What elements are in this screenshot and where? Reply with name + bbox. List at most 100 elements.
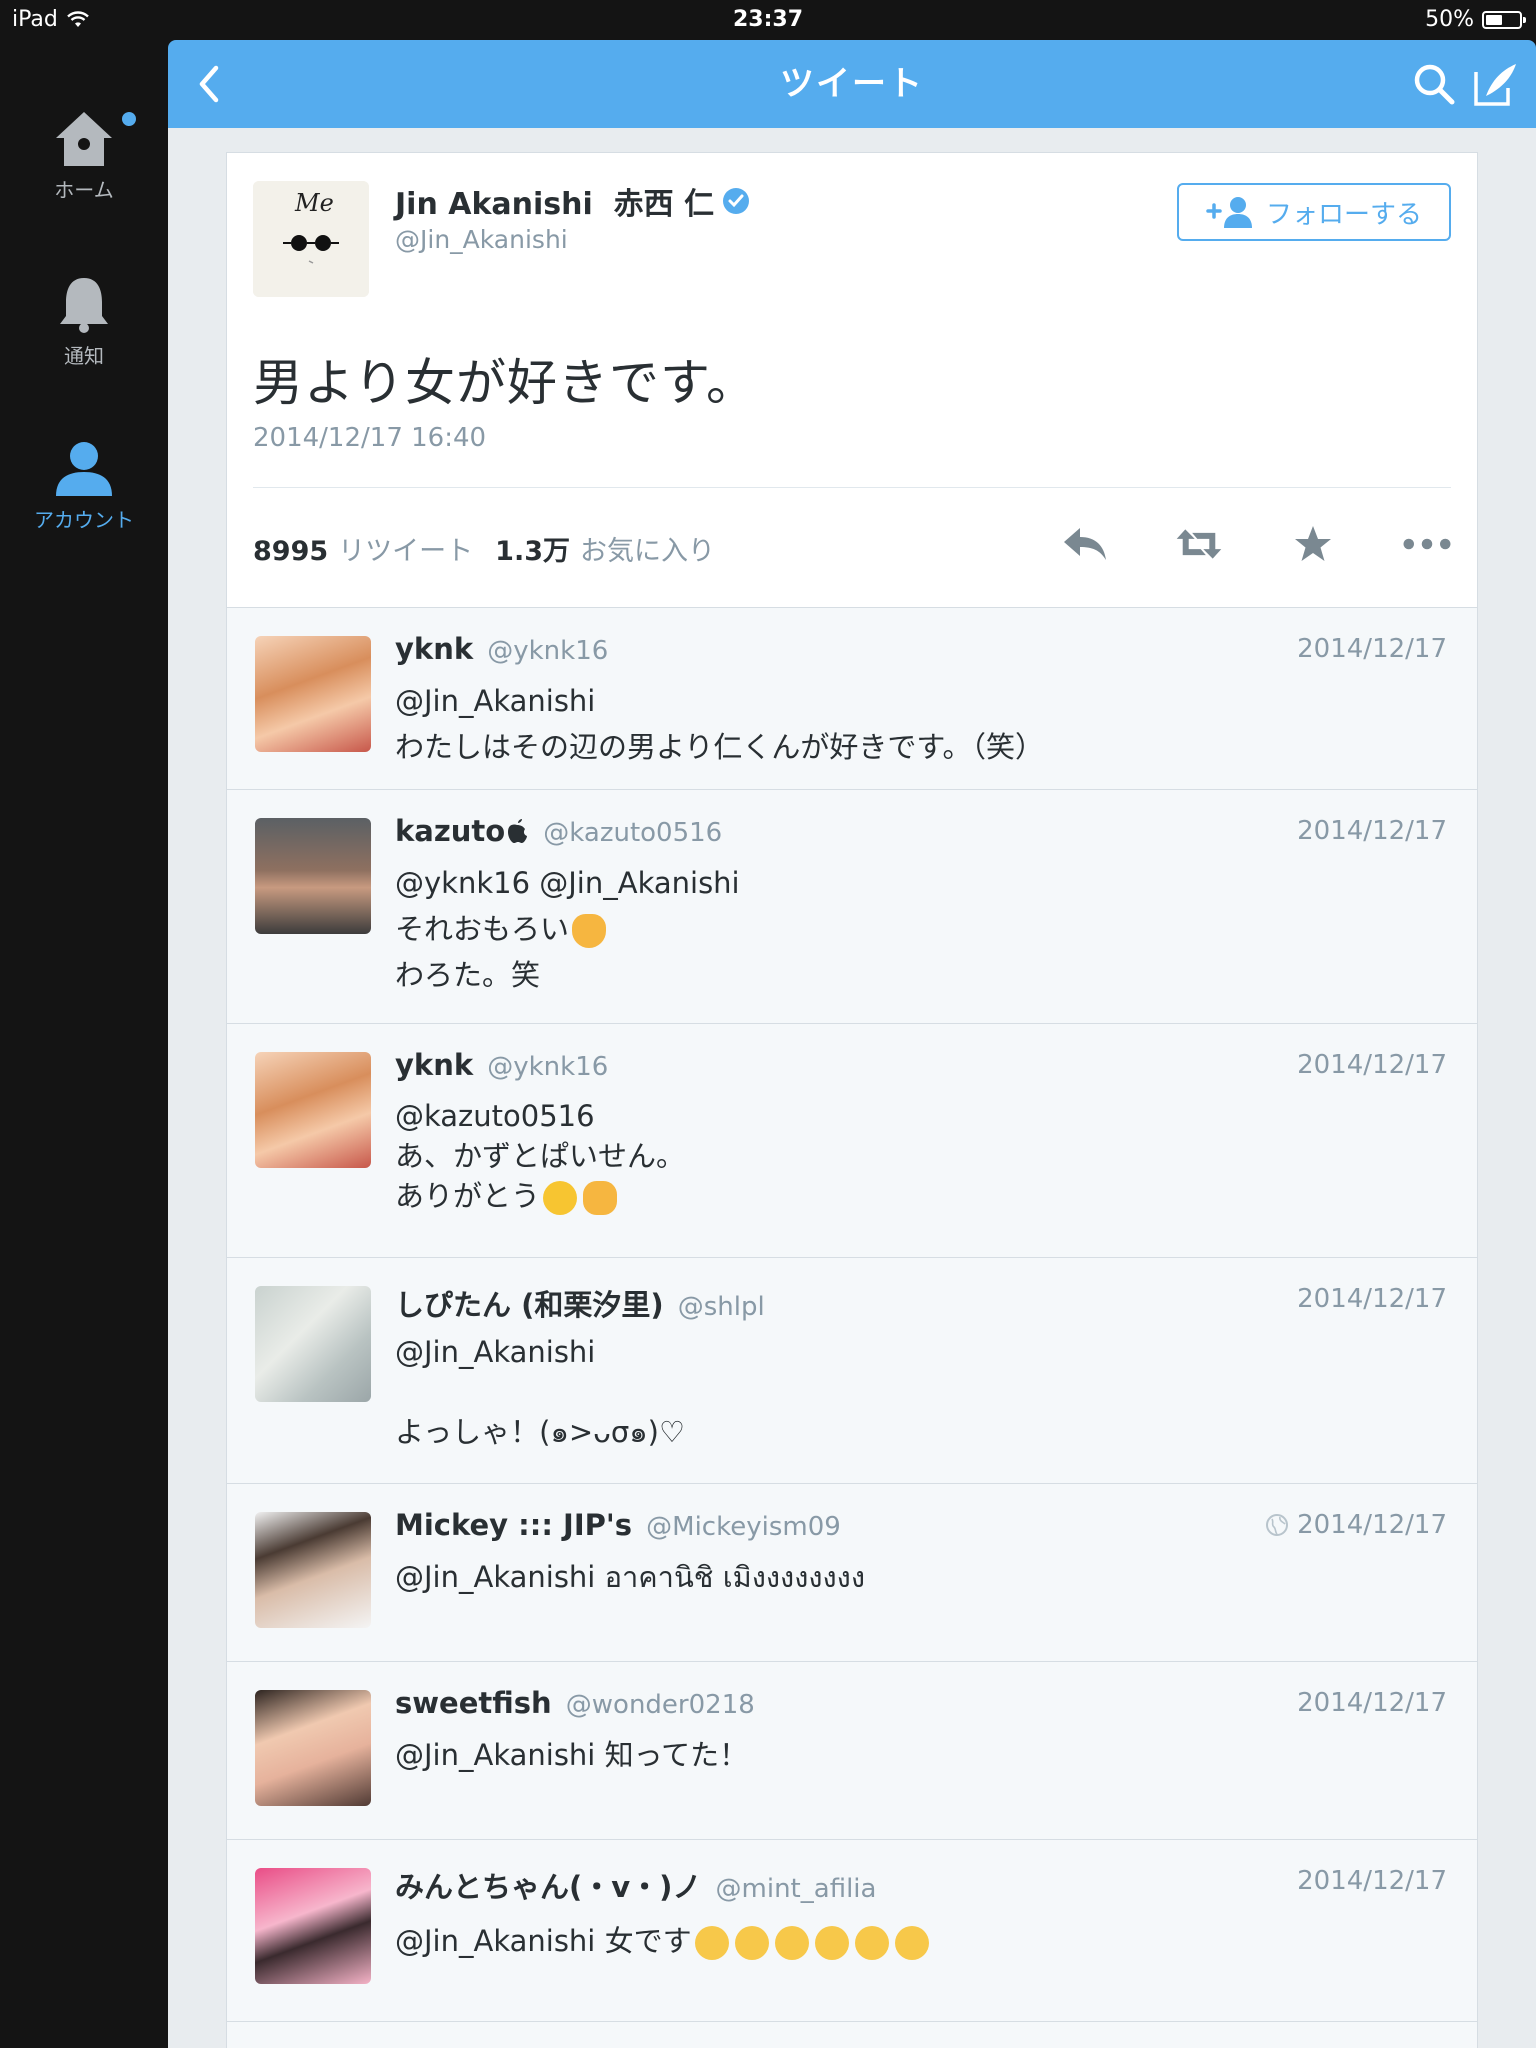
avatar[interactable] xyxy=(255,636,371,752)
sidebar-item-notifications[interactable]: 通知 xyxy=(0,276,168,369)
avatar[interactable] xyxy=(255,1868,371,1984)
avatar[interactable]: Me xyxy=(253,181,369,297)
reply-line: ありがとう xyxy=(395,1179,541,1213)
compose-icon[interactable] xyxy=(1472,60,1520,108)
favorite-button[interactable] xyxy=(1289,523,1337,565)
page-title: ツイート xyxy=(780,64,924,104)
follow-button-label: フォローする xyxy=(1265,199,1422,230)
author-name-text: Jin Akanishi 赤西 仁 xyxy=(395,187,715,222)
reply-author-handle: @wonder0218 xyxy=(565,1690,755,1720)
reply-line: わろた。笑 xyxy=(395,958,541,992)
reply-author[interactable]: kazuto @kazuto0516 xyxy=(395,814,722,848)
sidebar-item-label: ホーム xyxy=(54,178,114,202)
reply-date: 2014/12/17 xyxy=(1297,1050,1447,1080)
retweet-button[interactable] xyxy=(1175,523,1223,565)
reply-author-handle: @mint_afilia xyxy=(715,1874,877,1904)
avatar[interactable] xyxy=(255,818,371,934)
person-icon xyxy=(56,442,112,496)
reply-button[interactable] xyxy=(1061,523,1109,565)
author-handle[interactable]: @Jin_Akanishi xyxy=(395,225,568,254)
reply-author[interactable]: しぴたん (和栗汐里) @shlpl xyxy=(395,1282,765,1324)
reply-author[interactable]: sweetfish @wonder0218 xyxy=(395,1686,755,1720)
avatar[interactable] xyxy=(255,1286,371,1402)
retweet-icon xyxy=(1176,529,1222,559)
reply-author-handle: @shlpl xyxy=(677,1292,765,1322)
reply-line: @Jin_Akanishi xyxy=(395,1335,596,1369)
favorite-count[interactable]: 1.3万 xyxy=(495,529,570,568)
main-tweet: Me Jin Akanishi 赤西 仁 @Jin_Akanishi フォローす… xyxy=(227,153,1477,607)
reply-text: @Jin_Akanishi อาคานิชิ เมิงงงงงงงง xyxy=(395,1554,865,1600)
retweet-count[interactable]: 8995 xyxy=(253,536,328,567)
reply-date-text: 2014/12/17 xyxy=(1297,1510,1447,1540)
reply-author-handle: @kazuto0516 xyxy=(543,818,723,848)
avatar[interactable] xyxy=(255,1690,371,1806)
reply-date: 2014/12/17 xyxy=(1297,1866,1447,1896)
favorite-count-label: お気に入り xyxy=(580,536,715,567)
sidebar-item-label: 通知 xyxy=(64,344,104,368)
globe-icon xyxy=(1266,1514,1289,1536)
reply-item[interactable]: sweetfish @wonder0218 2014/12/17 @Jin_Ak… xyxy=(227,1661,1477,1839)
reply-item-partial[interactable] xyxy=(227,2021,1477,2048)
woman-raising-hand-emoji-icon xyxy=(854,1926,889,1960)
reply-line: @Jin_Akanishi อาคานิชิ เมิงงงงงงงง xyxy=(395,1560,866,1594)
sidebar-item-label: アカウント xyxy=(34,508,134,532)
author-name[interactable]: Jin Akanishi 赤西 仁 xyxy=(395,179,750,223)
reply-item[interactable]: しぴたん (和栗汐里) @shlpl 2014/12/17 @Jin_Akani… xyxy=(227,1257,1477,1483)
main-content: Me Jin Akanishi 赤西 仁 @Jin_Akanishi フォローす… xyxy=(168,128,1536,2048)
tweet-timestamp: 2014/12/17 16:40 xyxy=(253,423,487,453)
reply-line: @kazuto0516 xyxy=(395,1099,595,1133)
reply-author-name: yknk xyxy=(395,632,474,666)
star-icon xyxy=(1295,526,1331,561)
sidebar: ホーム 通知 アカウント xyxy=(0,40,168,2048)
woman-raising-hand-emoji-icon xyxy=(734,1926,769,1960)
reply-author-handle: @yknk16 xyxy=(487,636,609,666)
reply-text: @Jin_Akanishi よっしゃ！(๑>ᴗσ๑)♡ xyxy=(395,1332,685,1452)
reply-item[interactable]: kazuto @kazuto0516 2014/12/17 @yknk16 @J… xyxy=(227,789,1477,1023)
tweet-text: 男より女が好きです。 xyxy=(253,354,757,412)
reply-author-name: yknk xyxy=(395,1048,474,1082)
reply-line: わたしはその辺の男より仁くんが好きです。（笑） xyxy=(395,730,1045,764)
reply-author-name: Mickey ::: JIP's xyxy=(395,1508,633,1542)
reply-line: あ、かずとぱいせん。 xyxy=(395,1139,686,1173)
reply-author[interactable]: yknk @yknk16 xyxy=(395,632,608,666)
reply-line: それおもろい xyxy=(395,912,570,946)
search-icon[interactable] xyxy=(1412,62,1456,106)
clapping-hands-emoji-icon xyxy=(572,914,607,948)
reply-author[interactable]: みんとちゃん(・v・)ノ @mint_afilia xyxy=(395,1864,876,1906)
home-icon xyxy=(56,112,112,166)
verified-badge-icon xyxy=(723,188,750,214)
reply-line: @yknk16 @Jin_Akanishi xyxy=(395,866,740,900)
tweet-stats: 8995 リツイート 1.3万 お気に入り xyxy=(253,529,715,568)
tweet-detail-card: Me Jin Akanishi 赤西 仁 @Jin_Akanishi フォローす… xyxy=(226,152,1478,2048)
sidebar-item-account[interactable]: アカウント xyxy=(0,440,168,533)
sidebar-item-home[interactable]: ホーム xyxy=(0,110,168,203)
reply-date: 2014/12/17 xyxy=(1297,634,1447,664)
woman-raising-hand-emoji-icon xyxy=(774,1926,809,1960)
navigation-bar: ツイート xyxy=(168,40,1536,128)
clock: 23:37 xyxy=(732,7,804,32)
notification-dot xyxy=(122,112,136,126)
avatar[interactable] xyxy=(255,1512,371,1628)
reply-item[interactable]: Mickey ::: JIP's @Mickeyism09 2014/12/17… xyxy=(227,1483,1477,1661)
reply-date: 2014/12/17 xyxy=(1265,1510,1447,1540)
battery-percent: 50% xyxy=(1425,7,1474,32)
reply-item[interactable]: yknk @yknk16 2014/12/17 @kazuto0516 あ、かず… xyxy=(227,1023,1477,1257)
reply-date: 2014/12/17 xyxy=(1297,1688,1447,1718)
reply-text: @yknk16 @Jin_Akanishi それおもろい わろた。笑 xyxy=(395,860,740,998)
reply-line: @Jin_Akanishi xyxy=(395,684,596,718)
follow-button[interactable]: フォローする xyxy=(1177,183,1451,241)
avatar[interactable] xyxy=(255,1052,371,1168)
more-dots-icon xyxy=(1403,538,1451,550)
divider xyxy=(253,487,1451,488)
reply-text: @Jin_Akanishi わたしはその辺の男より仁くんが好きです。（笑） xyxy=(395,678,1044,770)
tweet-actions xyxy=(1061,523,1451,565)
reply-date: 2014/12/17 xyxy=(1297,816,1447,846)
reply-author-name: sweetfish xyxy=(395,1686,552,1720)
reply-author[interactable]: yknk @yknk16 xyxy=(395,1048,608,1082)
more-button[interactable] xyxy=(1403,523,1451,565)
reply-author-handle: @Mickeyism09 xyxy=(646,1512,841,1542)
reply-item[interactable]: みんとちゃん(・v・)ノ @mint_afilia 2014/12/17 @Ji… xyxy=(227,1839,1477,2021)
tears-of-joy-emoji-icon xyxy=(543,1181,578,1215)
reply-author[interactable]: Mickey ::: JIP's @Mickeyism09 xyxy=(395,1508,841,1542)
reply-item[interactable]: yknk @yknk16 2014/12/17 @Jin_Akanishi わた… xyxy=(227,607,1477,789)
